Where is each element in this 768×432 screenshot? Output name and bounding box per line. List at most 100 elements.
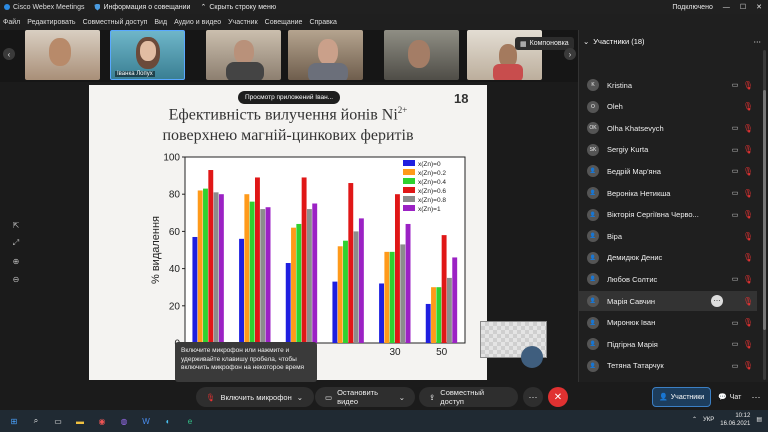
leave-meeting-button[interactable]: ✕: [548, 387, 568, 407]
participant-row[interactable]: 👤 Бедрій Мар'яна ▭ 🎙: [579, 161, 757, 181]
zoom-in-icon[interactable]: ⊕: [8, 254, 24, 268]
participants-button[interactable]: 👤 Участники: [652, 387, 712, 407]
bar: [446, 277, 452, 343]
chrome-icon[interactable]: ◉: [94, 413, 110, 429]
panel-options-icon[interactable]: ⋯: [754, 37, 762, 46]
video-camera-icon: ▭: [731, 341, 739, 349]
participant-row[interactable]: 👤 Любов Солтис ▭ 🎙: [579, 269, 757, 289]
mic-muted-icon[interactable]: 🎙: [741, 253, 755, 262]
mic-muted-icon[interactable]: 🎙: [741, 102, 755, 111]
menu-audio-video[interactable]: Аудио и видео: [174, 19, 221, 26]
participant-row[interactable]: O Oleh 🎙: [579, 97, 757, 117]
legend-swatch: [403, 178, 415, 184]
menu-edit[interactable]: Редактировать: [27, 19, 75, 26]
mic-muted-icon[interactable]: 🎙: [741, 167, 755, 176]
participant-row[interactable]: 👤 Тетяна Татарчук ▭ 🎙: [579, 356, 757, 376]
mic-muted-icon[interactable]: 🎙: [741, 340, 755, 349]
person-icon: 👤: [587, 230, 599, 243]
share-button[interactable]: ⇪ Совместный доступ: [419, 387, 518, 407]
y-tick-label: 40: [169, 264, 181, 275]
annotate-tool-icon[interactable]: ⇱: [8, 218, 24, 232]
clock[interactable]: 10:12 16.06.2021: [720, 412, 750, 428]
video-camera-icon: ▭: [731, 125, 739, 133]
participant-row[interactable]: 👤 Віра 🎙: [579, 226, 757, 246]
layout-button[interactable]: ▦ Компоновка: [515, 37, 574, 50]
windows-start-icon[interactable]: ⊞: [6, 413, 22, 429]
bar: [203, 188, 208, 343]
participant-row[interactable]: 👤 Демидюк Денис 🎙: [579, 248, 757, 268]
video-tile[interactable]: [206, 30, 281, 80]
participant-row[interactable]: 👤 Миронюк Іван ▭ 🎙: [579, 313, 757, 333]
video-tile[interactable]: [25, 30, 100, 80]
task-view-icon[interactable]: ▭: [50, 413, 66, 429]
mic-muted-icon[interactable]: 🎙: [741, 210, 755, 219]
participant-row[interactable]: 👤 Марія Савчин ⋯ 🎙: [579, 291, 757, 311]
meeting-info-button[interactable]: Информация о совещании: [94, 3, 190, 11]
menu-help[interactable]: Справка: [309, 19, 336, 26]
bar: [239, 238, 244, 343]
chevron-down-icon[interactable]: ⌄: [399, 393, 405, 402]
mic-muted-icon[interactable]: 🎙: [741, 189, 755, 198]
toolbar-more-icon[interactable]: ⋯: [748, 387, 764, 407]
menu-meeting[interactable]: Совещание: [265, 19, 303, 26]
participant-row[interactable]: K Kristina ▭ 🎙: [579, 75, 757, 95]
chevron-down-icon[interactable]: ⌄: [583, 37, 589, 46]
stop-video-button[interactable]: ▭ Остановить видео ⌄: [315, 387, 415, 407]
mic-muted-icon[interactable]: 🎙: [741, 81, 755, 90]
participants-panel-header[interactable]: ⌄ Участники (18) ⋯: [579, 33, 768, 49]
chevron-down-icon[interactable]: ⌄: [297, 393, 303, 402]
zoom-out-icon[interactable]: ⊖: [8, 272, 24, 286]
strip-next-button[interactable]: ›: [564, 48, 576, 60]
bar: [192, 236, 198, 343]
mic-muted-icon[interactable]: 🎙: [741, 275, 755, 284]
chat-button[interactable]: 💬 Чат: [712, 387, 747, 407]
webex-icon[interactable]: ◐: [160, 413, 176, 429]
unmute-button[interactable]: 🎙 Включить микрофон ⌄: [196, 387, 314, 407]
maximize-button[interactable]: ☐: [740, 3, 746, 11]
participants-scroll-thumb[interactable]: [763, 90, 766, 330]
participant-name: Sergiy Kurta: [607, 145, 649, 155]
menu-view[interactable]: Вид: [154, 19, 167, 26]
edge-icon[interactable]: e: [182, 413, 198, 429]
video-tile[interactable]: [384, 30, 459, 80]
fit-icon[interactable]: ⤢: [8, 236, 24, 250]
notifications-icon[interactable]: ▤: [756, 416, 762, 424]
avatar: OK: [587, 122, 599, 135]
bar: [306, 209, 312, 343]
participant-row[interactable]: 👤 Вікторія Сергіївна Черво... ▭ 🎙: [579, 205, 757, 225]
menu-participant[interactable]: Участник: [228, 19, 258, 26]
search-icon[interactable]: ⌕: [28, 413, 44, 429]
mic-muted-icon[interactable]: 🎙: [741, 124, 755, 133]
video-tile-active-speaker[interactable]: Іванка Лопух: [110, 30, 185, 80]
participant-row[interactable]: OK Olha Khatsevych ▭ 🎙: [579, 118, 757, 138]
mic-muted-icon[interactable]: 🎙: [741, 297, 755, 306]
tray-arrow-icon[interactable]: ⌃: [692, 416, 697, 424]
word-icon[interactable]: W: [138, 413, 154, 429]
participant-row[interactable]: SK Sergiy Kurta ▭ 🎙: [579, 140, 757, 160]
file-explorer-icon[interactable]: ▬: [72, 413, 88, 429]
participant-actions-button[interactable]: ⋯: [711, 295, 723, 307]
keyboard-layout[interactable]: УКР: [703, 416, 714, 424]
bar: [436, 287, 442, 343]
mic-muted-icon[interactable]: 🎙: [741, 361, 755, 370]
strip-prev-button[interactable]: ‹: [3, 48, 15, 60]
minimize-button[interactable]: —: [723, 4, 730, 11]
menu-bar: Файл Редактировать Совместный доступ Вид…: [0, 14, 768, 30]
participant-row[interactable]: 👤 Вероніка Нетикша ▭ 🎙: [579, 183, 757, 203]
video-tile[interactable]: [288, 30, 363, 80]
participant-name: Oleh: [607, 102, 623, 112]
participant-name: Марія Савчин: [607, 296, 656, 306]
viewing-badge[interactable]: Просмотр приложений Іван...: [238, 91, 341, 104]
video-camera-icon: ▭: [731, 211, 739, 219]
menu-file[interactable]: Файл: [3, 19, 20, 26]
bar: [425, 303, 431, 343]
mic-muted-icon[interactable]: 🎙: [741, 145, 755, 154]
hide-menu-bar-button[interactable]: ⌃ Скрыть строку меню: [200, 3, 276, 12]
mic-muted-icon[interactable]: 🎙: [741, 232, 755, 241]
participant-row[interactable]: 👤 Підгірна Марія ▭ 🎙: [579, 334, 757, 354]
viber-icon[interactable]: ◍: [116, 413, 132, 429]
close-window-button[interactable]: ✕: [756, 3, 762, 11]
mic-muted-icon[interactable]: 🎙: [741, 318, 755, 327]
more-options-button[interactable]: ···: [523, 387, 543, 407]
menu-share[interactable]: Совместный доступ: [83, 19, 148, 26]
